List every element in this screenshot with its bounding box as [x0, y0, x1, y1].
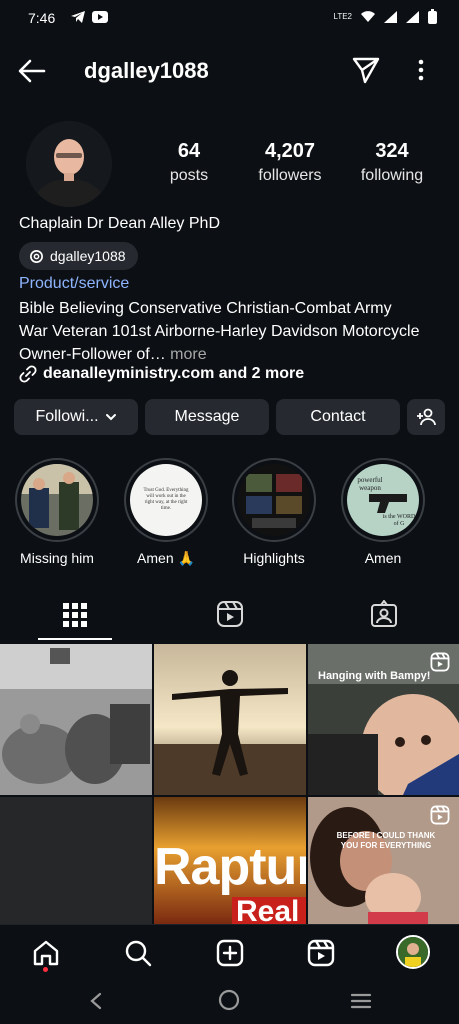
highlight-label: Highlights [243, 550, 305, 566]
threads-handle: dgalley1088 [50, 248, 126, 264]
reels-icon[interactable] [307, 939, 335, 967]
threads-icon [30, 249, 43, 263]
highlight-label: Amen [364, 550, 402, 566]
signal-icon-2 [406, 10, 419, 23]
system-navigation-bar [0, 980, 459, 1024]
bio-line: War Veteran 101st Airborne-Harley Davids… [19, 323, 420, 340]
active-tab-indicator [38, 638, 112, 640]
post-thumbnail[interactable]: Hanging with Bampy! [308, 644, 459, 795]
following-label: following [360, 167, 424, 184]
posts-number: 64 [177, 140, 201, 162]
profile-category: Product/service [19, 275, 130, 292]
bio-more-link[interactable]: more [166, 346, 206, 363]
post-caption: BEFORE I COULD THANK YOU FOR EVERYTHING [336, 831, 436, 850]
create-post-icon[interactable] [216, 939, 244, 967]
highlight-quote-text: Trust God. Everything will work out in t… [143, 488, 189, 511]
search-icon[interactable] [124, 939, 152, 967]
bio-line-text: Owner-Follower of… [19, 346, 166, 363]
system-recents-icon[interactable] [350, 992, 372, 1010]
pistol-image [369, 494, 407, 513]
back-arrow-icon[interactable] [18, 59, 46, 83]
volte-label: LTE2 [333, 12, 352, 21]
contact-button[interactable]: Contact [276, 399, 400, 435]
content-tabs [0, 594, 459, 640]
following-number: 324 [375, 140, 409, 162]
post-thumbnail[interactable] [0, 797, 152, 924]
profile-header [0, 46, 459, 96]
highlight-thumbnail [21, 464, 93, 536]
highlight-item[interactable]: Trust God. Everything will work out in t… [122, 458, 210, 567]
following-button-label: Followi... [35, 408, 99, 425]
threads-badge[interactable]: dgalley1088 [19, 242, 138, 270]
post-subtitle-text: Real [236, 895, 300, 924]
tagged-tab-icon[interactable] [370, 600, 398, 628]
profile-full-name: Chaplain Dr Dean Alley PhD [19, 215, 220, 232]
highlight-ring [15, 458, 99, 542]
post-thumbnail[interactable] [0, 644, 152, 795]
highlight-item[interactable]: powerful weapon is the WORD of G Amen [339, 458, 427, 566]
chevron-down-icon [105, 414, 116, 421]
battery-icon [428, 9, 437, 24]
reel-indicator-icon [430, 805, 450, 825]
website-link-text: deanalleyministry.com and 2 more [43, 365, 305, 382]
home-icon[interactable] [32, 939, 60, 967]
profile-bio: Bible Believing Conservative Christian-C… [19, 297, 449, 366]
highlight-ring: powerful weapon is the WORD of G [341, 458, 425, 542]
bio-line-last: Owner-Follower of… more [19, 343, 449, 366]
link-icon [19, 365, 37, 383]
highlight-item[interactable]: Missing him [13, 458, 101, 566]
status-notification-icons [70, 10, 108, 24]
add-user-button[interactable] [407, 399, 445, 435]
profile-avatar[interactable] [26, 121, 112, 207]
highlight-label: Missing him [20, 550, 94, 566]
highlight-ring [232, 458, 316, 542]
profile-username: dgalley1088 [84, 58, 209, 83]
home-notification-dot [43, 967, 48, 972]
posts-label: posts [169, 167, 209, 184]
highlight-ring: Trust God. Everything will work out in t… [124, 458, 208, 542]
bio-line: Bible Believing Conservative Christian-C… [19, 300, 392, 317]
following-count[interactable]: 324 following [347, 140, 437, 185]
following-button[interactable]: Followi... [14, 399, 138, 435]
status-system-icons: LTE2 [333, 9, 437, 24]
status-bar: 7:46 LTE2 [0, 0, 459, 36]
add-person-icon [417, 408, 436, 426]
avatar-photo [26, 121, 112, 207]
contact-button-label: Contact [310, 408, 366, 425]
telegram-icon [71, 11, 85, 23]
highlight-label: Amen 🙏 [137, 550, 195, 566]
post-thumbnail[interactable] [154, 644, 306, 795]
system-back-icon[interactable] [89, 992, 103, 1010]
system-home-icon[interactable] [218, 989, 240, 1011]
highlight-thumbnail: powerful weapon is the WORD of G [347, 464, 419, 536]
youtube-icon [92, 11, 108, 23]
more-options-icon[interactable] [414, 58, 428, 82]
followers-count[interactable]: 4,207 followers [245, 140, 335, 185]
posts-count[interactable]: 64 posts [144, 140, 234, 185]
post-title-text: Raptur [154, 838, 306, 896]
highlight-thumbnail: Trust God. Everything will work out in t… [130, 464, 202, 536]
reels-tab-icon[interactable] [216, 600, 244, 628]
highlight-item[interactable]: Highlights [230, 458, 318, 566]
wifi-icon [361, 11, 375, 22]
profile-avatar-nav[interactable] [396, 935, 430, 969]
message-button-label: Message [174, 408, 240, 425]
highlight-thumbnail [238, 464, 310, 536]
signal-icon [384, 10, 397, 23]
post-thumbnail[interactable]: Raptur Real [154, 797, 306, 924]
grid-icon[interactable] [63, 603, 87, 627]
profile-website-link[interactable]: deanalleyministry.com and 2 more [19, 365, 304, 383]
share-send-icon[interactable] [352, 56, 380, 84]
followers-label: followers [258, 167, 322, 184]
message-button[interactable]: Message [145, 399, 269, 435]
bottom-navigation [0, 924, 459, 981]
post-thumbnail[interactable]: BEFORE I COULD THANK YOU FOR EVERYTHING [308, 797, 459, 924]
reel-indicator-icon [430, 652, 450, 672]
status-time: 7:46 [28, 10, 56, 26]
followers-number: 4,207 [264, 140, 316, 162]
post-caption: Hanging with Bampy! [318, 670, 431, 682]
highlight-text-bottom: is the WORD of G [382, 514, 416, 527]
